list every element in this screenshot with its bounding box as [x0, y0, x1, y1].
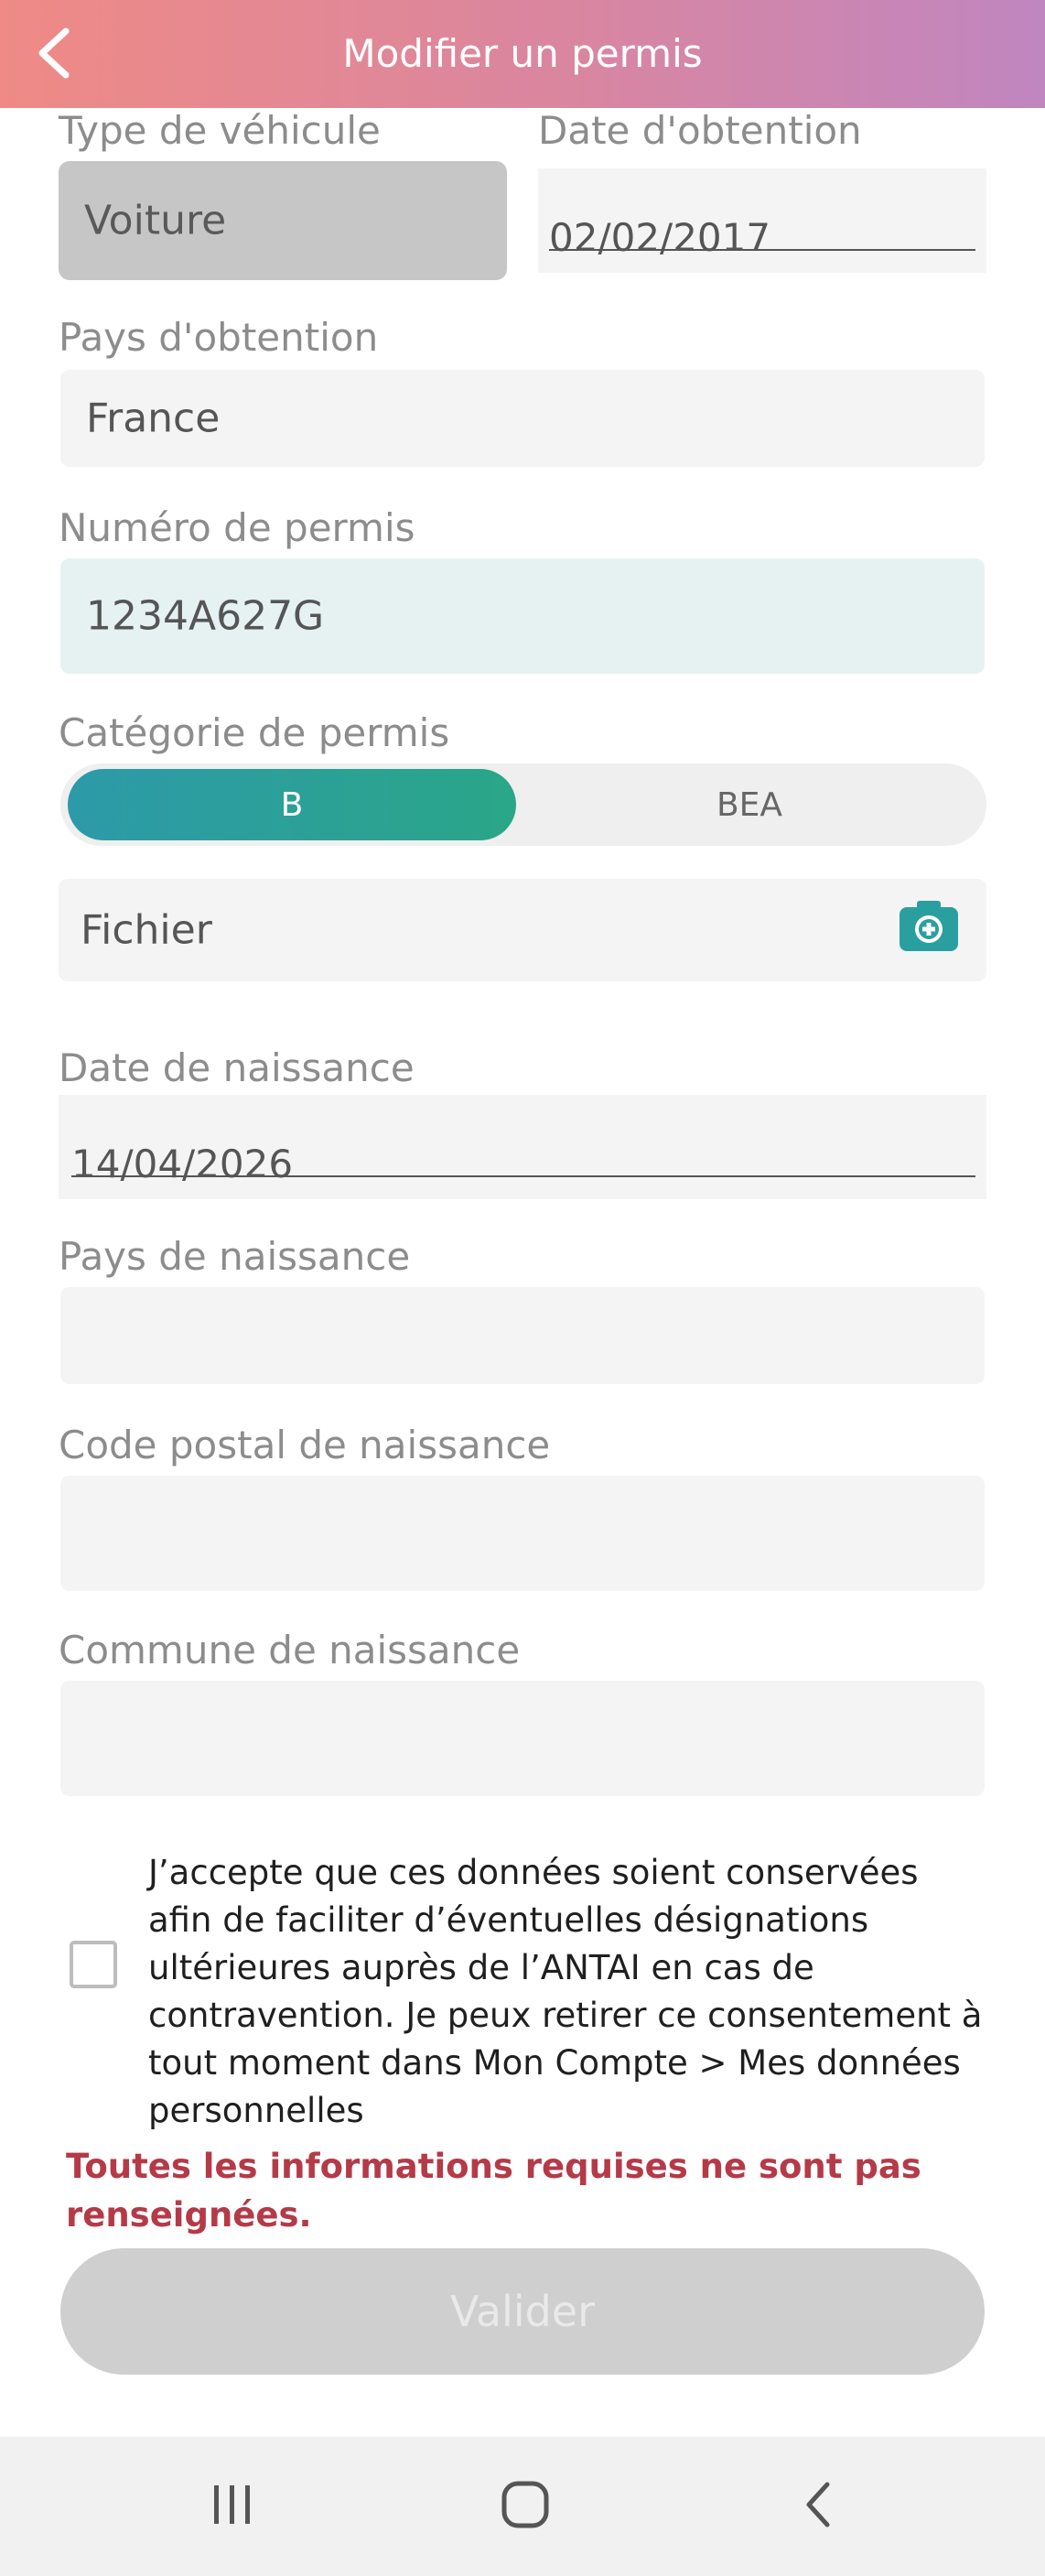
recents-button[interactable]	[196, 2470, 269, 2543]
consent-checkbox[interactable]	[70, 1941, 117, 1988]
permit-number-label: Numéro de permis	[59, 505, 415, 550]
file-label: Fichier	[81, 906, 212, 954]
system-back-icon	[800, 2479, 836, 2534]
vehicle-type-label: Type de véhicule	[59, 108, 381, 153]
app-header: Modifier un permis	[0, 0, 1045, 108]
obtain-date-value: 02/02/2017	[549, 215, 771, 260]
category-option-bea[interactable]: BEA	[516, 769, 983, 840]
birth-country-label: Pays de naissance	[59, 1234, 411, 1279]
obtain-country-value: France	[86, 395, 221, 442]
birth-town-label: Commune de naissance	[59, 1628, 521, 1672]
page-title: Modifier un permis	[342, 31, 703, 76]
vehicle-type-select[interactable]: Voiture	[59, 161, 507, 280]
home-button[interactable]	[489, 2470, 562, 2543]
birth-date-field[interactable]: 14/04/2026	[59, 1095, 986, 1199]
birth-date-label: Date de naissance	[59, 1045, 415, 1090]
camera-button[interactable]	[899, 900, 959, 958]
camera-add-icon	[899, 899, 959, 962]
obtain-date-field[interactable]: 02/02/2017	[538, 168, 986, 273]
home-icon	[500, 2479, 551, 2534]
birth-town-input[interactable]	[60, 1681, 985, 1796]
birth-country-field[interactable]	[60, 1287, 985, 1384]
permit-number-value: 1234A627G	[86, 592, 325, 640]
permit-number-input[interactable]: 1234A627G	[60, 558, 985, 674]
permit-category-toggle: B BEA	[60, 763, 986, 846]
file-upload-field[interactable]: Fichier	[59, 879, 986, 981]
submit-button[interactable]: Valider	[60, 2248, 985, 2375]
obtain-country-field[interactable]: France	[60, 370, 985, 467]
birth-postal-code-input[interactable]	[60, 1476, 985, 1591]
birth-postal-code-label: Code postal de naissance	[59, 1423, 551, 1467]
error-message: Toutes les informations requises ne sont…	[66, 2147, 921, 2235]
obtain-date-underline	[549, 249, 975, 251]
birth-date-value: 14/04/2026	[71, 1142, 294, 1186]
recent-apps-icon	[210, 2482, 255, 2531]
birth-date-underline	[71, 1175, 975, 1177]
permit-category-label: Catégorie de permis	[59, 710, 450, 755]
system-back-button[interactable]	[781, 2470, 855, 2543]
chevron-left-icon	[33, 26, 73, 84]
system-nav-bar	[0, 2437, 1045, 2576]
back-button[interactable]	[26, 26, 81, 84]
consent-text: J’accepte que ces données soient conserv…	[148, 1853, 983, 2130]
category-option-b[interactable]: B	[68, 769, 516, 840]
vehicle-type-value: Voiture	[84, 197, 227, 244]
obtain-date-label: Date d'obtention	[538, 108, 862, 153]
obtain-country-label: Pays d'obtention	[59, 315, 379, 360]
